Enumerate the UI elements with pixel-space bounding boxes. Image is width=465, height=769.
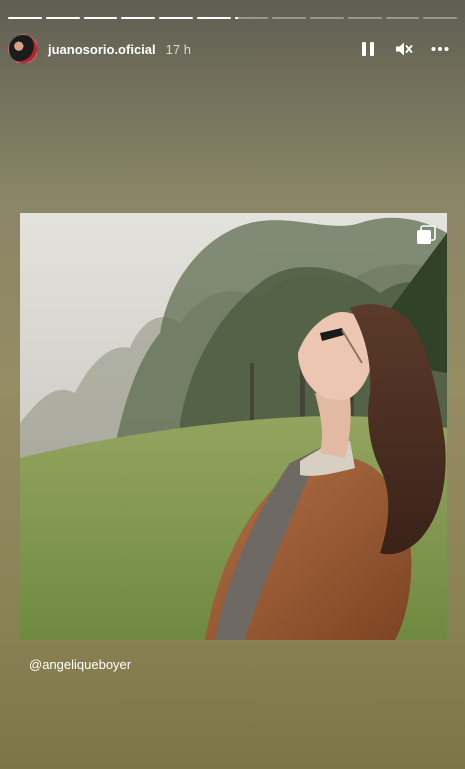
- progress-segment: [423, 17, 457, 19]
- mention-tag[interactable]: @angeliqueboyer: [29, 657, 131, 672]
- avatar[interactable]: [8, 34, 38, 64]
- mute-icon: [396, 42, 413, 56]
- progress-segment: [310, 17, 344, 19]
- story-progress-bar: [8, 17, 457, 20]
- username[interactable]: juanosorio.oficial: [48, 42, 156, 57]
- progress-segment: [159, 17, 193, 19]
- story-header: juanosorio.oficial 17 h: [8, 34, 457, 64]
- progress-segment: [196, 17, 231, 19]
- progress-segment: [83, 17, 118, 19]
- mute-button[interactable]: [395, 40, 413, 58]
- story-controls: [359, 40, 449, 58]
- progress-segment-fill: [196, 17, 231, 19]
- timestamp: 17 h: [165, 41, 191, 57]
- progress-segment-fill: [121, 17, 155, 19]
- progress-segment-fill: [234, 17, 238, 19]
- pause-button[interactable]: [359, 40, 377, 58]
- foggy-field-portrait-image: [20, 213, 447, 640]
- progress-segment: [45, 17, 80, 19]
- progress-segment: [347, 17, 382, 19]
- pause-icon: [362, 42, 374, 56]
- progress-segment: [272, 17, 306, 19]
- progress-segment: [121, 17, 155, 19]
- progress-segment-fill: [8, 17, 42, 19]
- progress-segment: [234, 17, 269, 19]
- more-icon: [431, 47, 449, 51]
- progress-segment: [385, 17, 420, 19]
- progress-segment-fill: [83, 17, 118, 19]
- progress-segment: [8, 17, 42, 19]
- progress-segment-fill: [45, 17, 80, 19]
- progress-segment-fill: [159, 17, 193, 19]
- more-options-button[interactable]: [431, 40, 449, 58]
- story-photo[interactable]: [20, 213, 447, 640]
